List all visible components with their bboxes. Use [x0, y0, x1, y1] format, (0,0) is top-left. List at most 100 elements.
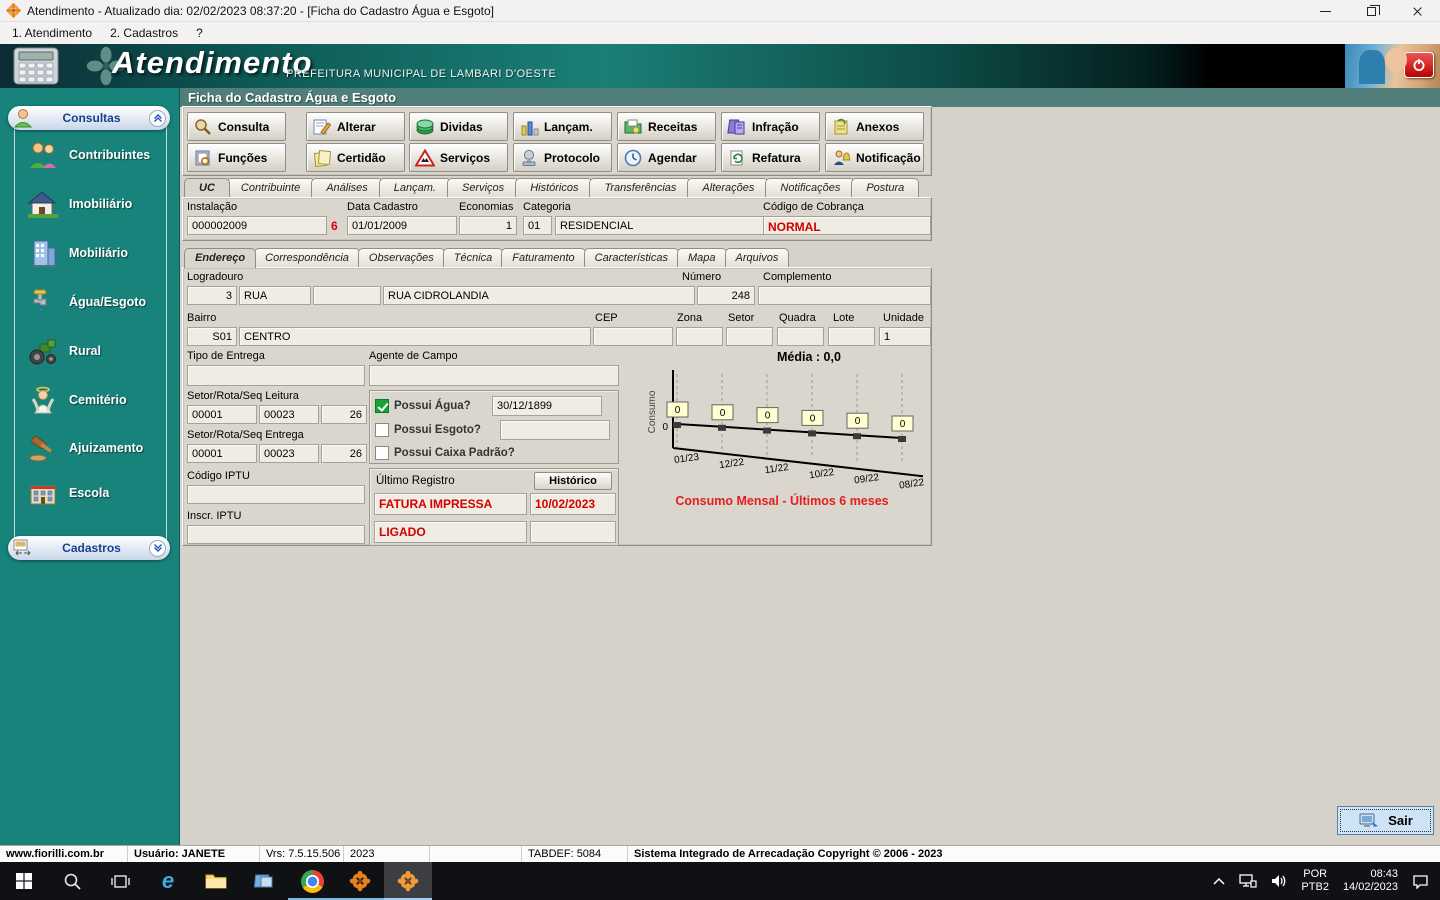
subtab-endereco[interactable]: Endereço — [184, 248, 257, 268]
toolbar-button-infracao[interactable]: Infração — [721, 112, 820, 141]
inscr-iptu-field[interactable] — [187, 525, 365, 544]
sidebar-item-imobiliario[interactable]: Imobiliário — [26, 183, 132, 225]
tray-chevron-up-icon[interactable] — [1208, 862, 1230, 900]
sidebar-item-ajuizamento[interactable]: Ajuizamento — [26, 427, 143, 469]
economias-field[interactable]: 1 — [459, 216, 517, 235]
possui-agua-checkbox[interactable] — [375, 399, 389, 413]
sair-button[interactable]: Sair — [1337, 806, 1434, 835]
sidebar-item-rural[interactable]: Rural — [26, 330, 101, 372]
notification-center-icon[interactable] — [1407, 862, 1434, 900]
leitura-seq-field[interactable]: 26 — [321, 405, 367, 424]
categoria-codigo-field[interactable]: 01 — [523, 216, 552, 235]
tab-contribuinte[interactable]: Contribuinte — [225, 178, 316, 197]
historico-button[interactable]: Histórico — [534, 472, 612, 490]
tab-transferencias[interactable]: Transferências — [589, 178, 692, 197]
subtab-tecnica[interactable]: Técnica — [442, 248, 504, 268]
language-indicator[interactable]: POR PTB2 — [1296, 862, 1334, 900]
restore-button[interactable] — [1348, 0, 1394, 22]
toolbar-button-agendar[interactable]: Agendar — [617, 143, 716, 172]
internet-explorer-taskbar-icon[interactable]: e — [144, 862, 192, 900]
toolbar-button-dividas[interactable]: Dividas — [409, 112, 508, 141]
data-cadastro-field[interactable]: 01/01/2009 — [347, 216, 457, 235]
logradouro-extra-field[interactable] — [313, 286, 381, 305]
tab-uc[interactable]: UC — [184, 178, 230, 197]
search-button[interactable] — [48, 862, 96, 900]
possui-agua-date-field[interactable]: 30/12/1899 — [492, 396, 602, 416]
logradouro-nome-field[interactable]: RUA CIDROLANDIA — [383, 286, 695, 305]
cobranca-field[interactable]: NORMAL — [763, 216, 931, 235]
logoff-button[interactable] — [1404, 52, 1434, 78]
sidebar-item-escola[interactable]: Escola — [26, 472, 109, 514]
zona-field[interactable] — [676, 327, 723, 346]
task-view-button[interactable] — [96, 862, 144, 900]
fiorilli-active-taskbar-icon[interactable] — [384, 862, 432, 900]
minimize-button[interactable] — [1302, 0, 1348, 22]
menu-item-atendimento[interactable]: 1. Atendimento — [4, 24, 100, 42]
leitura-setor-field[interactable]: 00001 — [187, 405, 257, 424]
menu-item-cadastros[interactable]: 2. Cadastros — [102, 24, 186, 42]
subtab-mapa[interactable]: Mapa — [677, 248, 727, 268]
toolbar-button-anexos[interactable]: Anexos — [825, 112, 924, 141]
tab-notificacoes[interactable]: Notificações — [765, 178, 856, 197]
tab-lancam[interactable]: Lançam. — [378, 178, 451, 197]
toolbar-button-notificacao[interactable]: Notificação — [825, 143, 924, 172]
toolbar-button-protocolo[interactable]: Protocolo — [513, 143, 612, 172]
sidebar-item-cemiterio[interactable]: Cemitério — [26, 379, 127, 421]
possui-esgoto-checkbox[interactable] — [375, 423, 389, 437]
codigo-iptu-field[interactable] — [187, 485, 365, 504]
clock[interactable]: 08:43 14/02/2023 — [1338, 862, 1403, 900]
chrome-taskbar-icon[interactable] — [288, 862, 336, 900]
toolbar-button-servicos[interactable]: Serviços — [409, 143, 508, 172]
close-button[interactable] — [1394, 0, 1440, 22]
leitura-rota-field[interactable]: 00023 — [259, 405, 319, 424]
subtab-faturamento[interactable]: Faturamento — [501, 248, 586, 268]
entrega-rota-field[interactable]: 00023 — [259, 444, 319, 463]
toolbar-button-certidao[interactable]: Certidão — [306, 143, 405, 172]
subtab-correspondencia[interactable]: Correspondência — [254, 248, 360, 268]
numero-field[interactable]: 248 — [697, 286, 755, 305]
agente-campo-field[interactable] — [369, 365, 619, 386]
complemento-field[interactable] — [758, 286, 931, 305]
tipo-entrega-field[interactable] — [187, 365, 365, 386]
toolbar-button-receitas[interactable]: Receitas — [617, 112, 716, 141]
sidebar-item-agua-esgoto[interactable]: Água/Esgoto — [26, 281, 146, 323]
bairro-nome-field[interactable]: CENTRO — [239, 327, 591, 346]
sidebar-item-contribuintes[interactable]: Contribuintes — [26, 134, 150, 176]
logradouro-tipo-field[interactable]: RUA — [239, 286, 311, 305]
instalacao-field[interactable]: 000002009 — [187, 216, 327, 235]
sidebar-item-mobiliario[interactable]: Mobiliário — [26, 232, 128, 274]
categoria-descricao-field[interactable]: RESIDENCIAL — [555, 216, 765, 235]
tab-alteracoes[interactable]: Alterações — [687, 178, 770, 197]
menu-item-help[interactable]: ? — [188, 24, 211, 42]
quadra-field[interactable] — [777, 327, 824, 346]
toolbar-button-lancam[interactable]: Lançam. — [513, 112, 612, 141]
sidebar-section-cadastros[interactable]: Cadastros — [8, 536, 170, 560]
start-button[interactable] — [0, 862, 48, 900]
tab-servicos[interactable]: Serviços — [447, 178, 520, 197]
entrega-setor-field[interactable]: 00001 — [187, 444, 257, 463]
fiorilli-taskbar-icon[interactable] — [336, 862, 384, 900]
logradouro-codigo-field[interactable]: 3 — [187, 286, 237, 305]
setor-field[interactable] — [726, 327, 773, 346]
toolbar-button-refatura[interactable]: Refatura — [721, 143, 820, 172]
possui-esgoto-field[interactable] — [500, 420, 610, 440]
toolbar-button-funcoes[interactable]: Funções — [187, 143, 286, 172]
tab-postura[interactable]: Postura — [851, 178, 920, 197]
tab-historicos[interactable]: Históricos — [515, 178, 594, 197]
unidade-field[interactable]: 1 — [879, 327, 931, 346]
toolbar-button-consulta[interactable]: Consulta — [187, 112, 286, 141]
cep-field[interactable] — [593, 327, 673, 346]
network-icon[interactable] — [1234, 862, 1262, 900]
subtab-observacoes[interactable]: Observações — [357, 248, 445, 268]
paint-app-taskbar-icon[interactable] — [240, 862, 288, 900]
lote-field[interactable] — [828, 327, 875, 346]
bairro-codigo-field[interactable]: S01 — [187, 327, 237, 346]
subtab-arquivos[interactable]: Arquivos — [724, 248, 790, 268]
volume-icon[interactable] — [1266, 862, 1292, 900]
possui-caixa-checkbox[interactable] — [375, 446, 389, 460]
entrega-seq-field[interactable]: 26 — [321, 444, 367, 463]
sidebar-section-consultas[interactable]: Consultas — [8, 106, 170, 130]
collapse-consultas-chevron-icon[interactable] — [149, 109, 166, 127]
tab-analises[interactable]: Análises — [311, 178, 383, 197]
expand-cadastros-chevron-icon[interactable] — [149, 539, 166, 557]
